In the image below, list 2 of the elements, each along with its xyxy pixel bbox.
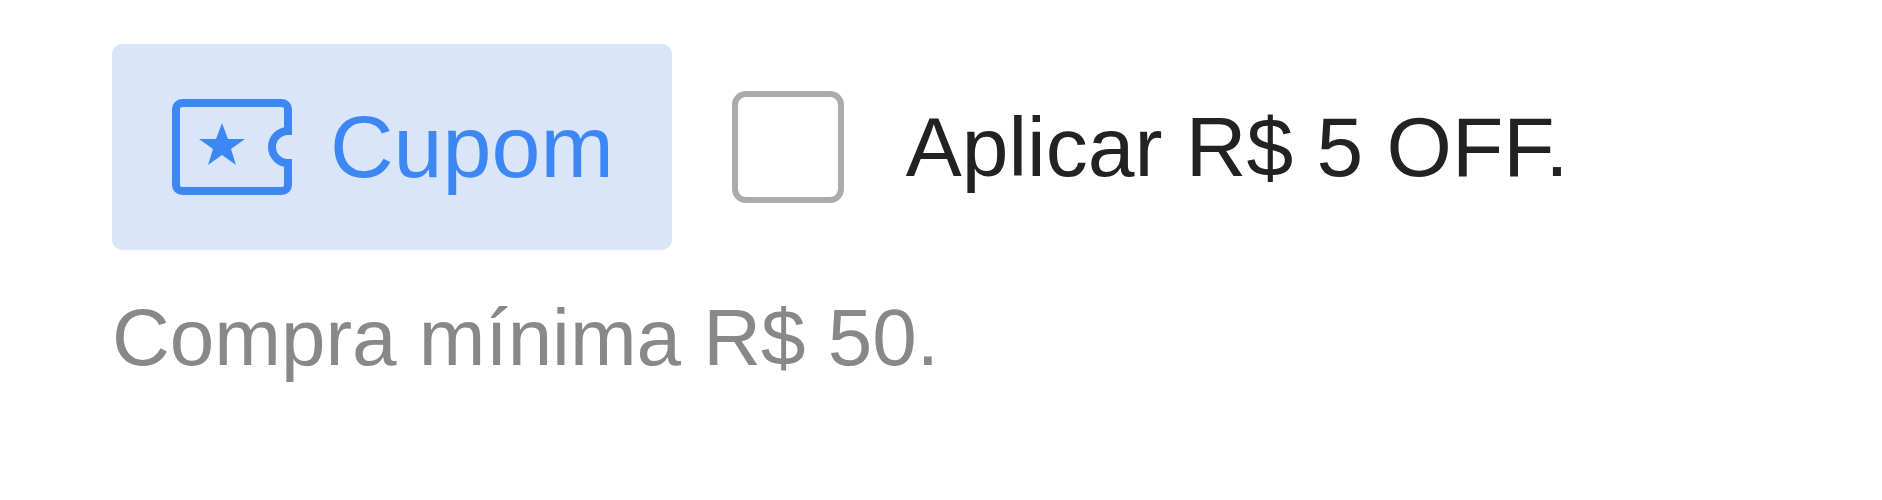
ticket-star-icon <box>170 97 294 197</box>
checkbox[interactable] <box>731 91 844 203</box>
